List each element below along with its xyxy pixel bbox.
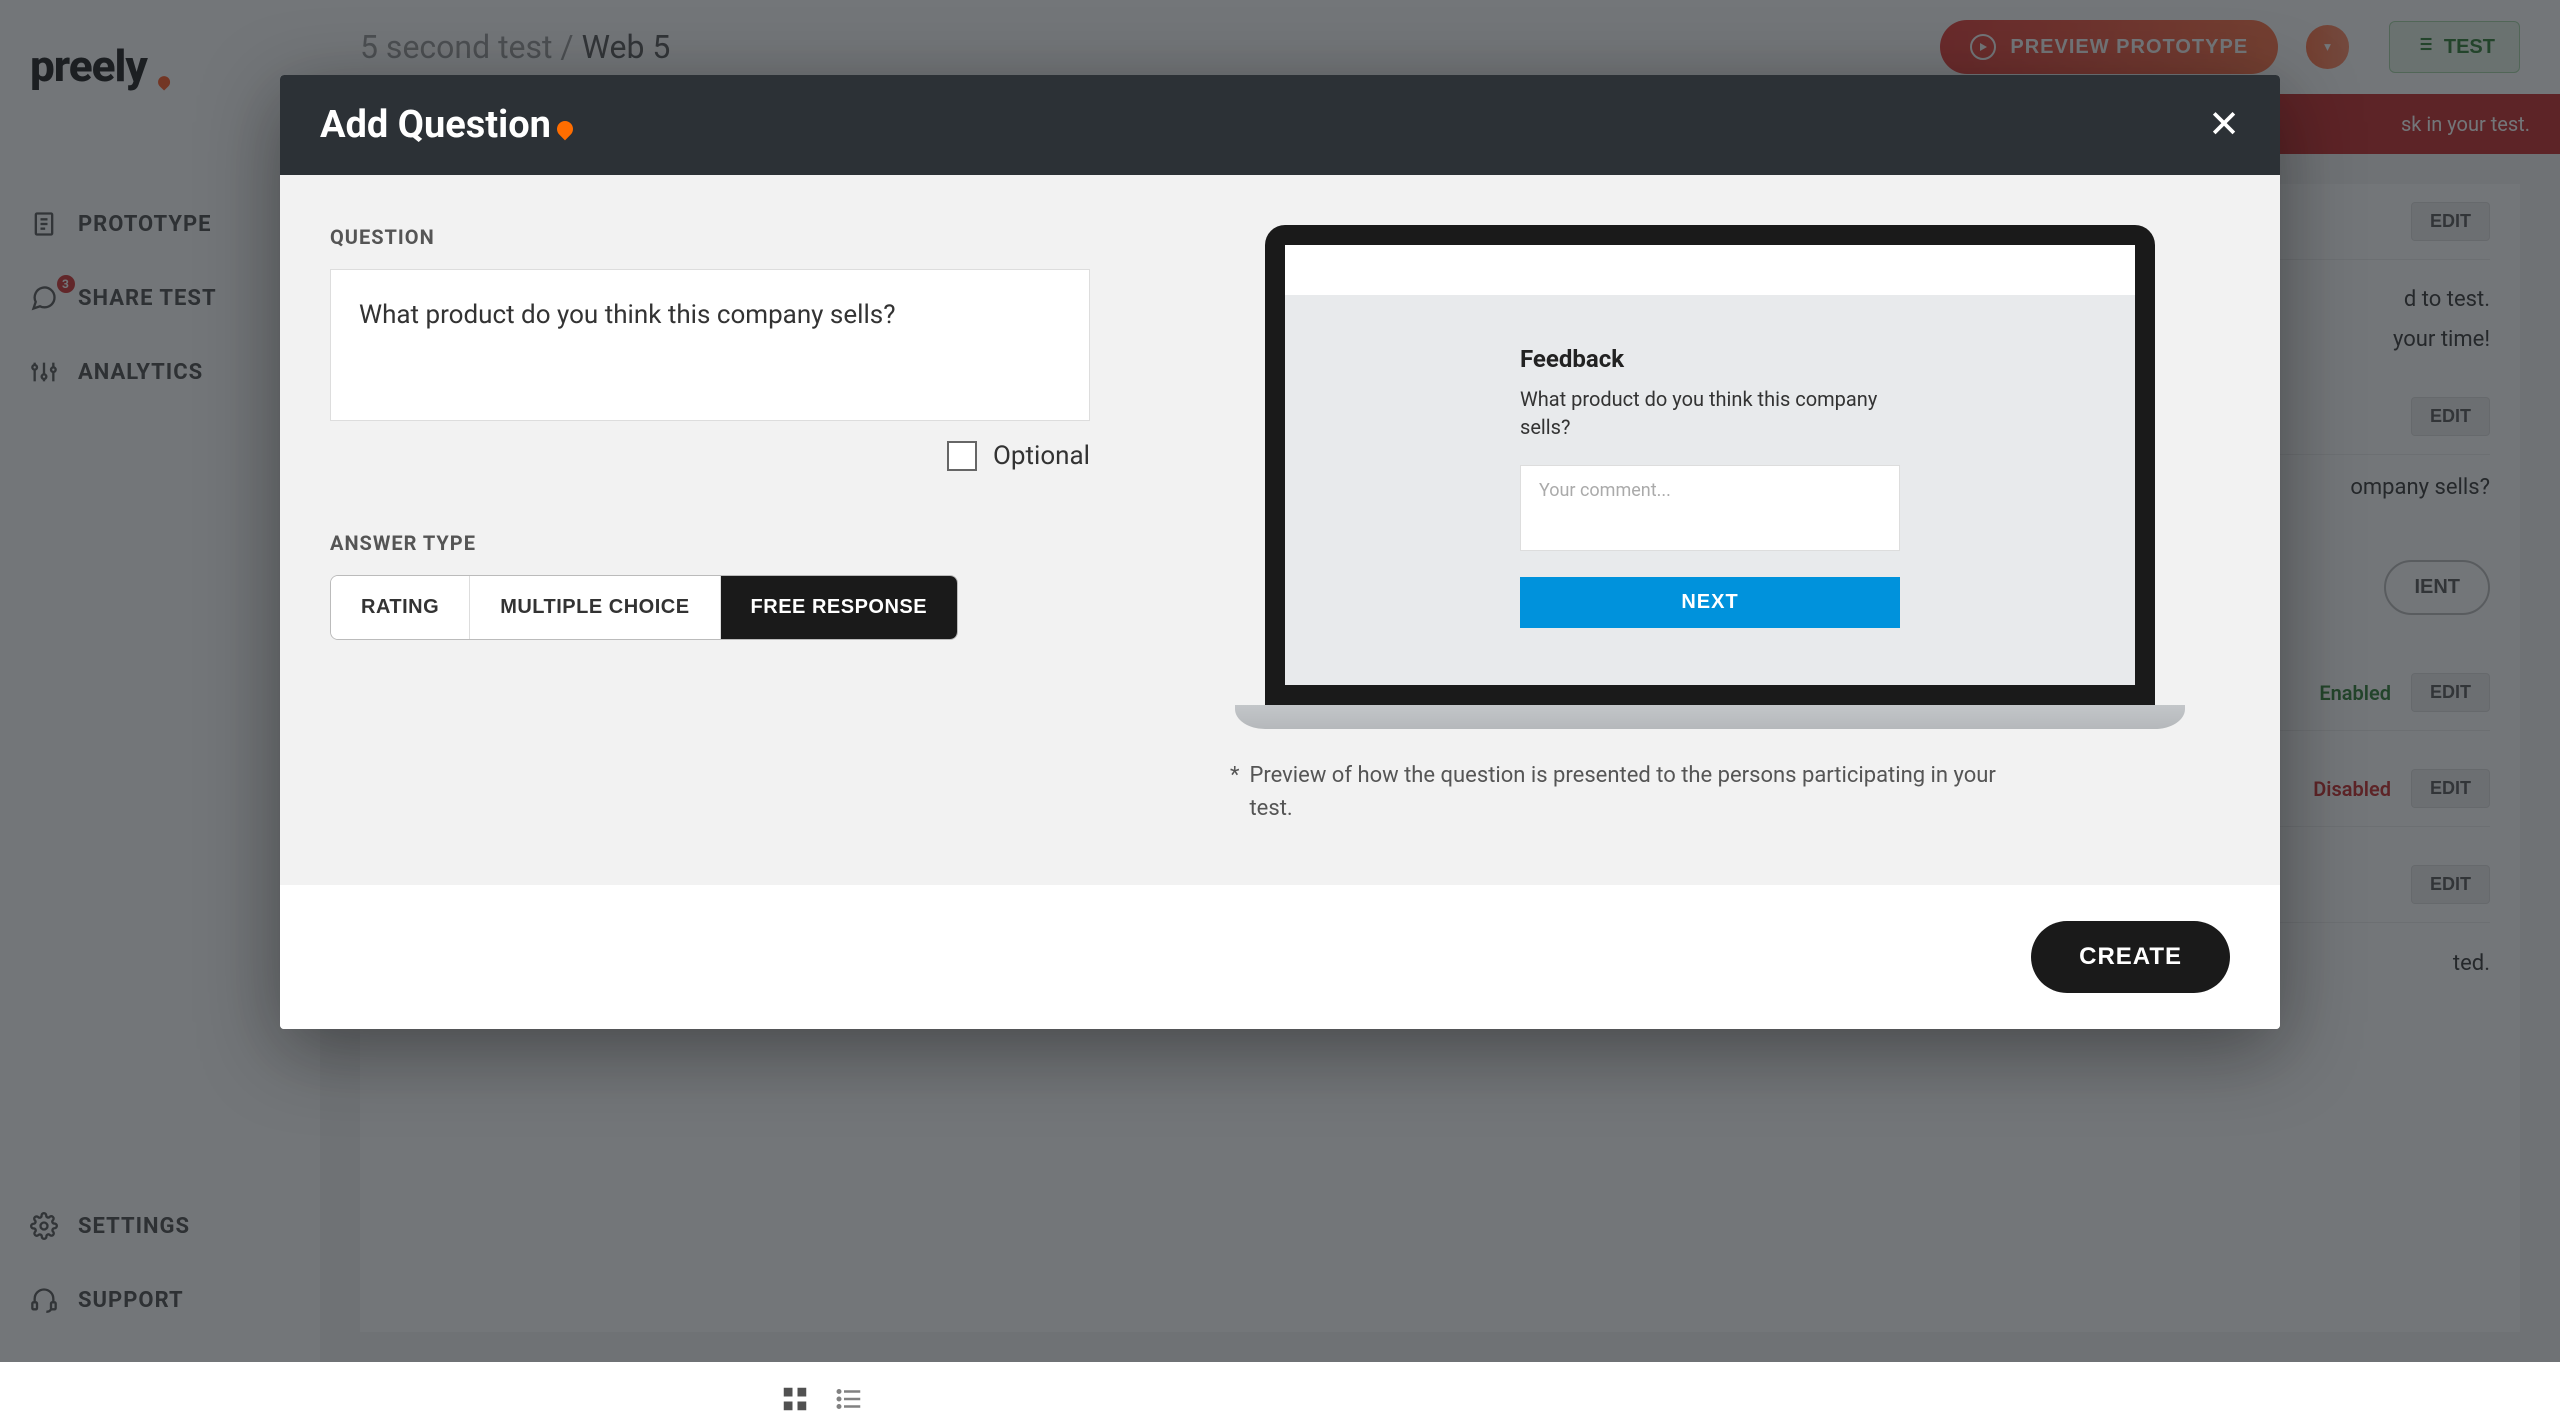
- view-toggle: [780, 1384, 864, 1422]
- caption-star: *: [1230, 759, 1239, 825]
- preview-next-button: NEXT: [1520, 577, 1900, 628]
- laptop-base: [1235, 705, 2185, 729]
- grid-view-icon[interactable]: [780, 1384, 810, 1422]
- form-column: QUESTION Optional ANSWER TYPE RATING MUL…: [330, 225, 1090, 825]
- answer-type-free-response[interactable]: FREE RESPONSE: [721, 576, 958, 639]
- brand-dot-icon: [554, 118, 577, 141]
- preview-caption: * Preview of how the question is present…: [1230, 759, 2010, 825]
- modal-footer: CREATE: [280, 885, 2280, 1029]
- create-button[interactable]: CREATE: [2031, 921, 2230, 993]
- answer-type-multiple-choice[interactable]: MULTIPLE CHOICE: [470, 576, 720, 639]
- close-icon: ✕: [2208, 104, 2240, 146]
- answer-type-group: RATING MULTIPLE CHOICE FREE RESPONSE: [330, 575, 958, 640]
- caption-text: Preview of how the question is presented…: [1249, 759, 2010, 825]
- question-label: QUESTION: [330, 225, 1090, 249]
- answer-type-label: ANSWER TYPE: [330, 531, 1090, 555]
- close-button[interactable]: ✕: [2208, 106, 2240, 144]
- modal-title: Add Question: [320, 103, 573, 147]
- modal-header: Add Question ✕: [280, 75, 2280, 175]
- optional-row: Optional: [330, 441, 1090, 471]
- laptop-content: Feedback What product do you think this …: [1285, 295, 2135, 685]
- modal-title-text: Add Question: [320, 103, 551, 147]
- optional-label: Optional: [993, 441, 1090, 471]
- modal-body: QUESTION Optional ANSWER TYPE RATING MUL…: [280, 175, 2280, 885]
- laptop-inner: Feedback What product do you think this …: [1285, 245, 2135, 685]
- modal-overlay[interactable]: Add Question ✕ QUESTION Optional ANSWER …: [0, 0, 2560, 1362]
- laptop-screen: Feedback What product do you think this …: [1265, 225, 2155, 705]
- laptop-preview: Feedback What product do you think this …: [1265, 225, 2155, 729]
- comment-input-preview: Your comment...: [1520, 465, 1900, 551]
- optional-checkbox[interactable]: [947, 441, 977, 471]
- list-view-icon[interactable]: [834, 1384, 864, 1422]
- laptop-topbar: [1285, 245, 2135, 295]
- question-input[interactable]: [330, 269, 1090, 421]
- answer-type-rating[interactable]: RATING: [331, 576, 470, 639]
- feedback-question: What product do you think this company s…: [1520, 385, 1900, 441]
- add-question-modal: Add Question ✕ QUESTION Optional ANSWER …: [280, 75, 2280, 1029]
- feedback-title: Feedback: [1520, 345, 1900, 373]
- preview-column: Feedback What product do you think this …: [1190, 225, 2230, 825]
